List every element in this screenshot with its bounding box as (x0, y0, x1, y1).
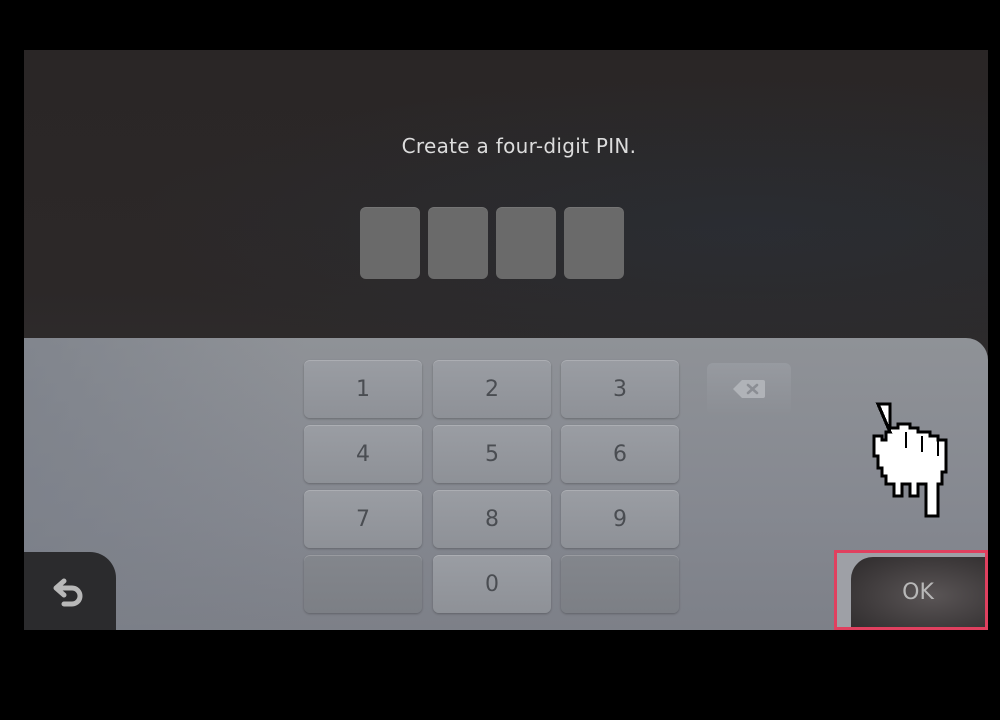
ok-button[interactable]: OK (851, 557, 985, 627)
pin-digit-box-3 (496, 207, 556, 279)
key-blank-left (304, 555, 422, 613)
key-blank-right (561, 555, 679, 613)
back-button[interactable] (24, 552, 116, 630)
backspace-icon (733, 380, 765, 398)
key-7[interactable]: 7 (304, 490, 422, 548)
key-3[interactable]: 3 (561, 360, 679, 418)
key-9[interactable]: 9 (561, 490, 679, 548)
backspace-button[interactable] (707, 363, 791, 415)
pin-digit-box-2 (428, 207, 488, 279)
key-2[interactable]: 2 (433, 360, 551, 418)
pin-setup-screen: Create a four-digit PIN. 1 2 3 4 5 6 7 8… (24, 50, 988, 630)
pin-digit-box-4 (564, 207, 624, 279)
key-4[interactable]: 4 (304, 425, 422, 483)
key-6[interactable]: 6 (561, 425, 679, 483)
key-1[interactable]: 1 (304, 360, 422, 418)
ok-highlight-frame: OK (834, 550, 988, 630)
key-8[interactable]: 8 (433, 490, 551, 548)
key-5[interactable]: 5 (433, 425, 551, 483)
back-arrow-icon (53, 578, 83, 607)
pin-digit-box-1 (360, 207, 420, 279)
pin-prompt: Create a four-digit PIN. (401, 134, 637, 158)
key-0[interactable]: 0 (433, 555, 551, 613)
pin-entry-boxes (360, 207, 624, 279)
pointing-hand-icon (872, 402, 948, 518)
